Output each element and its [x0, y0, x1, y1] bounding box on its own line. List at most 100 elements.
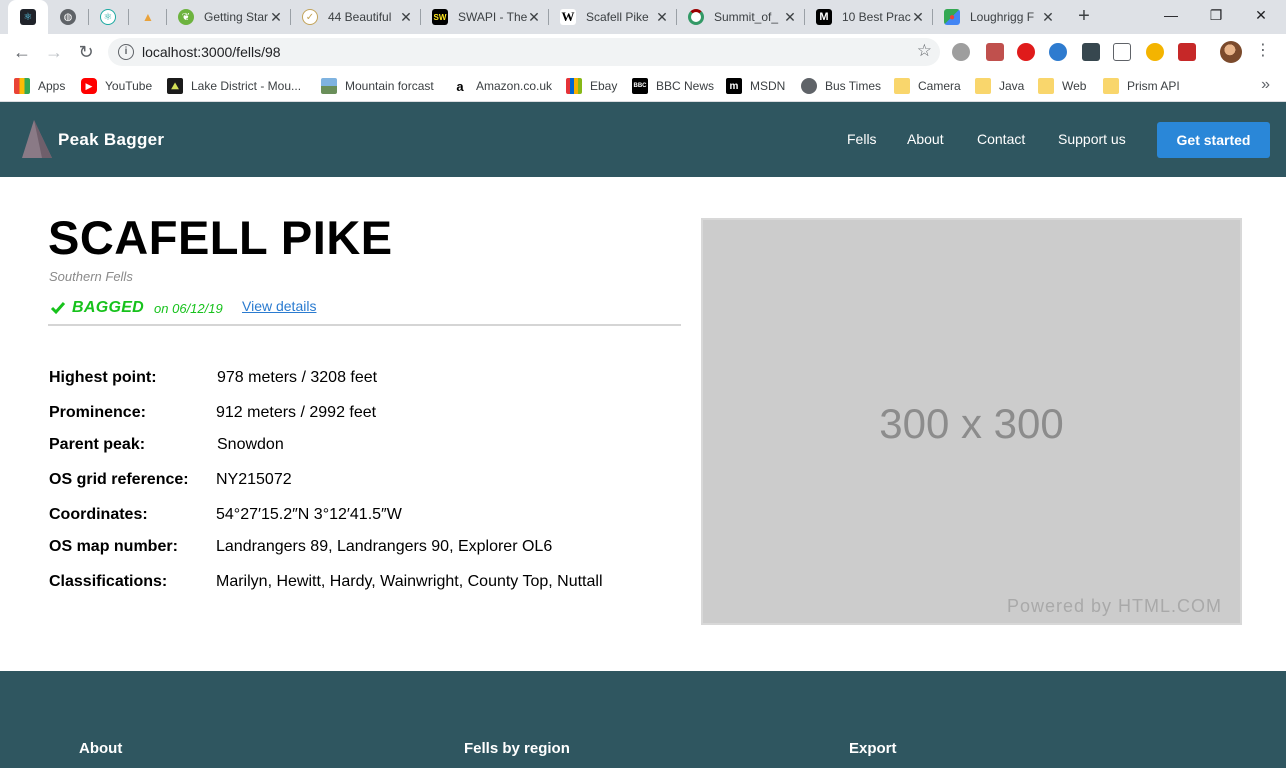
address-url[interactable]: localhost:3000/fells/98	[142, 44, 281, 60]
stat-label-coordinates: Coordinates:	[49, 506, 148, 523]
extension-globe-icon[interactable]	[1049, 43, 1067, 61]
tab-title: Scafell Pike	[586, 10, 649, 24]
tab-summit[interactable]: Summit_of_ ✕	[676, 0, 804, 34]
menu-kebab-icon[interactable]: ⋮	[1255, 42, 1271, 60]
reload-button[interactable]: ↻	[72, 38, 100, 66]
nav-about[interactable]: About	[907, 131, 944, 147]
bookmarks-bar: Apps ▶ YouTube ⛰ Lake District - Mou... …	[0, 70, 1286, 102]
check-circle-icon: ✓	[302, 9, 318, 25]
tab-react-devtools[interactable]: ⚛	[8, 0, 48, 34]
stat-value-os-grid-reference: NY215072	[216, 471, 292, 488]
tab-scafell-pike-wiki[interactable]: W Scafell Pike ✕	[548, 0, 676, 34]
extension-adblock-icon[interactable]	[1017, 43, 1035, 61]
checkmark-icon	[50, 302, 66, 315]
tab-globe[interactable]: ◍	[48, 0, 88, 34]
view-details-link[interactable]: View details	[242, 298, 316, 314]
back-button[interactable]: ←	[8, 38, 36, 66]
get-started-button[interactable]: Get started	[1157, 122, 1270, 158]
stat-label-highest-point: Highest point:	[49, 369, 157, 386]
minimize-button[interactable]: —	[1148, 0, 1194, 30]
address-bar[interactable]: i localhost:3000/fells/98 ☆	[108, 38, 940, 66]
bookmark-ebay[interactable]: Ebay	[566, 77, 617, 95]
profile-avatar[interactable]	[1220, 41, 1242, 63]
bookmark-lake-district[interactable]: ⛰ Lake District - Mou...	[167, 77, 301, 95]
bookmark-mountain-forcast[interactable]: Mountain forcast	[321, 77, 434, 95]
bookmark-amazon[interactable]: a Amazon.co.uk	[452, 77, 552, 95]
close-icon[interactable]: ✕	[1040, 9, 1056, 25]
bookmark-folder-prism-api[interactable]: Prism API	[1103, 77, 1180, 95]
tab-44-beautiful[interactable]: ✓ 44 Beautiful ✕	[290, 0, 420, 34]
tab-react[interactable]: ⚛	[88, 0, 128, 34]
site-footer: About Fells by region Export	[0, 671, 1286, 768]
close-icon[interactable]: ✕	[910, 9, 926, 25]
tab-loughrigg[interactable]: ● Loughrigg F ✕	[932, 0, 1062, 34]
placeholder-powered-by: Powered by HTML.COM	[1006, 596, 1222, 616]
spring-leaf-icon: ❦	[178, 9, 194, 25]
bookmark-bus-times[interactable]: Bus Times	[801, 77, 881, 95]
close-icon[interactable]: ✕	[526, 9, 542, 25]
site-header: Peak Bagger Fells About Contact Support …	[0, 102, 1286, 177]
tab-title: SWAPI - The	[458, 10, 528, 24]
folder-icon	[1103, 78, 1119, 94]
tab-title: Getting Star	[204, 10, 269, 24]
extension-x-icon[interactable]	[1082, 43, 1100, 61]
mountain-icon: ⛰	[167, 78, 183, 94]
tab-getting-started[interactable]: ❦ Getting Star ✕	[166, 0, 290, 34]
extension-clock-icon[interactable]	[1146, 43, 1164, 61]
folder-icon	[1038, 78, 1054, 94]
page-title: SCAFELL PIKE	[48, 211, 393, 264]
bookmark-youtube[interactable]: ▶ YouTube	[81, 77, 152, 95]
nav-support-us[interactable]: Support us	[1058, 131, 1126, 147]
bookmark-folder-java[interactable]: Java	[975, 77, 1024, 95]
nav-contact[interactable]: Contact	[977, 131, 1025, 147]
nav-fells[interactable]: Fells	[847, 131, 877, 147]
tab-pma[interactable]: ▲	[128, 0, 166, 34]
pma-icon: ▲	[142, 10, 154, 24]
fell-region: Southern Fells	[49, 269, 133, 284]
browser-tab-strip: ⚛ ◍ ⚛ ▲ ❦ Getting Star ✕ ✓ 44 Beautiful …	[0, 0, 1286, 34]
extension-gear-icon[interactable]	[952, 43, 970, 61]
close-icon[interactable]: ✕	[654, 9, 670, 25]
close-window-button[interactable]: ✕	[1238, 0, 1284, 30]
new-tab-button[interactable]: +	[1072, 5, 1096, 29]
folder-icon	[894, 78, 910, 94]
close-icon[interactable]: ✕	[268, 9, 284, 25]
globe-icon	[801, 78, 817, 94]
tab-swapi[interactable]: SW SWAPI - The ✕	[420, 0, 548, 34]
more-bookmarks-icon[interactable]: »	[1261, 76, 1270, 94]
tab-title: 44 Beautiful	[328, 10, 392, 24]
browser-toolbar: ← → ↻ i localhost:3000/fells/98 ☆ ⋮	[0, 34, 1286, 70]
globe-icon: ◍	[60, 9, 76, 25]
extension-puzzle-icon[interactable]	[1178, 43, 1196, 61]
mountain-logo-icon	[22, 120, 52, 158]
bookmark-folder-camera[interactable]: Camera	[894, 77, 961, 95]
brand-logo[interactable]: Peak Bagger	[22, 120, 164, 160]
bookmark-apps[interactable]: Apps	[14, 77, 65, 95]
ebay-icon	[566, 78, 582, 94]
info-icon[interactable]: i	[118, 44, 134, 60]
google-maps-icon: ●	[944, 9, 960, 25]
restore-button[interactable]: ❐	[1193, 0, 1239, 30]
extension-document-icon[interactable]	[1113, 43, 1131, 61]
placeholder-dimensions: 300 x 300	[879, 400, 1064, 447]
forward-button[interactable]: →	[40, 38, 68, 66]
folder-icon	[975, 78, 991, 94]
extension-pdf-icon[interactable]	[986, 43, 1004, 61]
fell-image-placeholder: 300 x 300 Powered by HTML.COM	[701, 218, 1242, 625]
react-icon: ⚛	[20, 9, 36, 25]
close-icon[interactable]: ✕	[782, 9, 798, 25]
bagged-status: BAGGED on 06/12/19	[50, 298, 223, 318]
stat-label-parent-peak: Parent peak:	[49, 436, 146, 453]
bookmark-msdn[interactable]: m MSDN	[726, 77, 785, 95]
tab-10-best-practices[interactable]: M 10 Best Prac ✕	[804, 0, 932, 34]
react-icon: ⚛	[100, 9, 116, 25]
bookmark-folder-web[interactable]: Web	[1038, 77, 1086, 95]
bookmark-bbc-news[interactable]: BBC BBC News	[632, 77, 714, 95]
close-icon[interactable]: ✕	[398, 9, 414, 25]
divider	[48, 324, 681, 326]
bookmark-star-icon[interactable]: ☆	[917, 41, 932, 61]
footer-heading-export: Export	[849, 740, 897, 757]
tab-title: Loughrigg F	[970, 10, 1035, 24]
stat-value-highest-point: 978 meters / 3208 feet	[217, 369, 378, 386]
wikipedia-icon: W	[560, 9, 576, 25]
